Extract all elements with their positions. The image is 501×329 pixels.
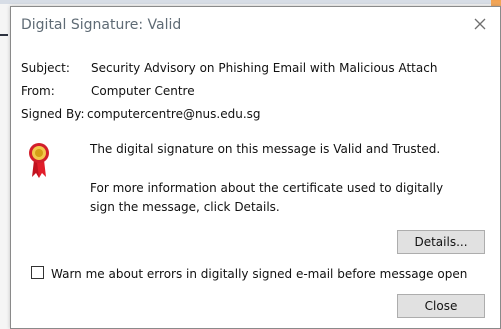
- signature-seal-icon-glyph: [29, 143, 49, 178]
- message-line-3: sign the message, click Details.: [90, 200, 280, 214]
- subject-label: Subject:: [21, 61, 70, 75]
- dialog-title: Digital Signature: Valid: [21, 17, 182, 33]
- from-label: From:: [21, 84, 55, 98]
- from-value: Computer Centre: [91, 84, 195, 98]
- signed-by-value: computercentre@nus.edu.sg: [87, 107, 261, 121]
- from-row: From: Computer Centre: [21, 84, 195, 98]
- signature-seal-icon: [26, 140, 52, 180]
- subject-row: Subject: Security Advisory on Phishing E…: [21, 61, 437, 75]
- signed-by-row: Signed By: computercentre@nus.edu.sg: [21, 107, 261, 121]
- digital-signature-dialog: Digital Signature: Valid Subject: Securi…: [10, 6, 501, 329]
- signed-by-label: Signed By:: [21, 107, 85, 121]
- background-marker: [0, 34, 8, 36]
- warn-errors-checkbox[interactable]: [31, 266, 44, 279]
- warn-errors-checkbox-label: Warn me about errors in digitally signed…: [51, 267, 468, 281]
- close-icon-glyph: [474, 18, 486, 30]
- message-line-2: For more information about the certifica…: [90, 181, 444, 195]
- details-button[interactable]: Details...: [397, 230, 485, 254]
- background-strip: [0, 0, 501, 4]
- title-bar: Digital Signature: Valid: [11, 7, 500, 43]
- screen: Digital Signature: Valid Subject: Securi…: [0, 0, 501, 329]
- message-line-1: The digital signature on this message is…: [90, 142, 441, 156]
- close-button[interactable]: Close: [397, 294, 485, 318]
- subject-value: Security Advisory on Phishing Email with…: [91, 61, 438, 75]
- close-icon[interactable]: [470, 14, 490, 34]
